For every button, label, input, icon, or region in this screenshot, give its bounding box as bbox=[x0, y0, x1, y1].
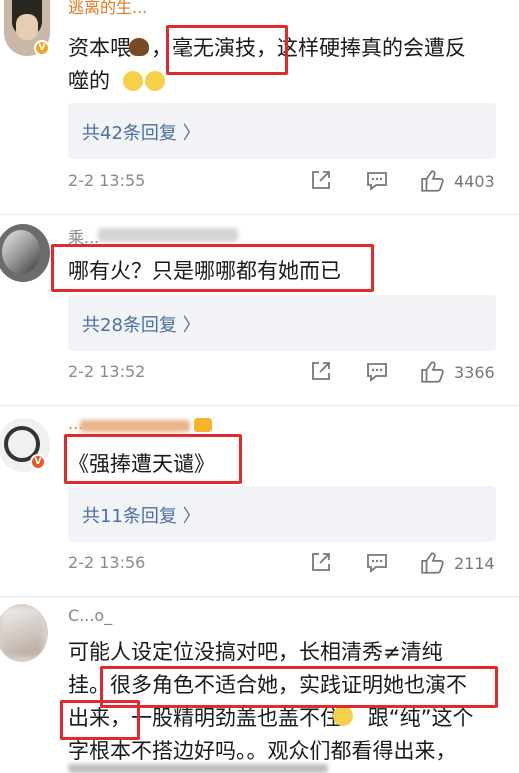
like-count: 2114 bbox=[454, 554, 495, 573]
blurred-username bbox=[98, 228, 238, 242]
share-icon[interactable] bbox=[309, 168, 333, 192]
comment-line: 出来，一股精明劲盖也盖不住 跟“纯”这个 bbox=[68, 706, 474, 730]
comment-actions: 2-2 13:56 2114 bbox=[68, 550, 508, 580]
reply-summary[interactable]: 共11条回复 〉 bbox=[68, 486, 496, 542]
comment-actions: 2-2 13:52 3366 bbox=[68, 359, 508, 389]
like-count: 4403 bbox=[454, 172, 495, 191]
like-icon[interactable] bbox=[420, 359, 446, 385]
comment-text: 哪有火？只是哪哪都有她而已 bbox=[68, 255, 508, 288]
username[interactable]: 乘... bbox=[68, 224, 99, 248]
comment-line: 哪有火？只是哪哪都有她而已 bbox=[68, 259, 341, 283]
verified-badge-icon: V bbox=[34, 40, 50, 56]
poop-emoji-icon bbox=[129, 38, 149, 56]
username[interactable]: C...o_ bbox=[68, 606, 112, 625]
like-icon[interactable] bbox=[420, 550, 446, 576]
like-count: 3366 bbox=[454, 363, 495, 382]
avatar[interactable] bbox=[0, 224, 50, 282]
comment-icon[interactable] bbox=[365, 168, 389, 192]
comment-line: 噬的 bbox=[68, 69, 110, 93]
timestamp: 2-2 13:55 bbox=[68, 171, 146, 190]
laughing-emoji-icon bbox=[333, 706, 353, 726]
divider bbox=[0, 405, 519, 406]
reply-summary[interactable]: 共28条回复 〉 bbox=[68, 295, 496, 351]
comment-text: 《强捧遭天谴》 bbox=[68, 448, 508, 481]
timestamp: 2-2 13:56 bbox=[68, 553, 146, 572]
reply-summary[interactable]: 共42条回复 〉 bbox=[68, 103, 496, 159]
view-replies-link[interactable]: 共42条回复 〉 bbox=[82, 119, 201, 145]
avatar[interactable] bbox=[0, 604, 48, 662]
cut-off-text bbox=[68, 764, 328, 773]
blurred-username bbox=[80, 420, 190, 432]
comment-line: 《强捧遭天谴》 bbox=[68, 452, 215, 476]
crown-badge-icon bbox=[194, 418, 212, 432]
username[interactable]: 逃离的生... bbox=[68, 0, 147, 18]
comment-line: 可能人设定位没搞对吧，长相清秀≠清纯 bbox=[68, 640, 443, 664]
comment-icon[interactable] bbox=[365, 550, 389, 574]
smile-emoji-icon bbox=[144, 71, 165, 91]
divider bbox=[0, 214, 519, 215]
comment-line: 挂。很多角色不适合她，实践证明她也演不 bbox=[68, 673, 467, 697]
view-replies-link[interactable]: 共28条回复 〉 bbox=[82, 311, 201, 337]
like-icon[interactable] bbox=[420, 168, 446, 194]
verified-badge-icon: V bbox=[30, 454, 46, 470]
comment-actions: 2-2 13:55 4403 bbox=[68, 168, 508, 198]
smile-emoji-icon bbox=[122, 71, 143, 91]
share-icon[interactable] bbox=[309, 550, 333, 574]
comment-icon[interactable] bbox=[365, 359, 389, 383]
view-replies-link[interactable]: 共11条回复 〉 bbox=[82, 502, 201, 528]
share-icon[interactable] bbox=[309, 359, 333, 383]
divider bbox=[0, 596, 519, 597]
comment-text: 可能人设定位没搞对吧，长相清秀≠清纯 挂。很多角色不适合她，实践证明她也演不 出… bbox=[68, 636, 508, 768]
timestamp: 2-2 13:52 bbox=[68, 362, 146, 381]
